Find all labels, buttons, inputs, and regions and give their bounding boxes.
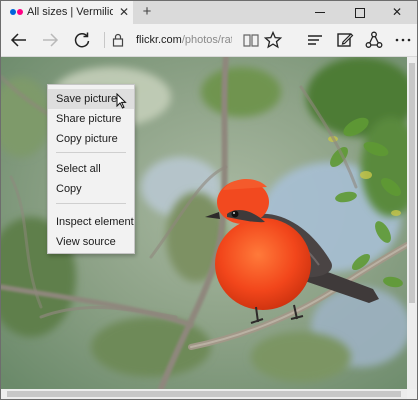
menu-item-share-picture[interactable]: Share picture [48, 109, 134, 129]
share-button[interactable] [364, 30, 384, 50]
back-button[interactable] [9, 30, 29, 50]
ellipsis-icon [395, 38, 411, 42]
lock-icon [112, 33, 124, 47]
context-menu: Save picture Share picture Copy picture … [47, 84, 135, 254]
scrollbar-thumb[interactable] [409, 63, 415, 303]
hub-button[interactable] [305, 30, 325, 50]
address-bar[interactable]: flickr.com/photos/rathbc [136, 32, 232, 48]
share-icon [365, 31, 383, 48]
title-bar: All sizes | Vermilion Flyca ✕ + ✕ [1, 1, 417, 24]
refresh-icon [74, 32, 90, 48]
menu-separator [56, 152, 126, 153]
arrow-left-icon [10, 33, 26, 47]
hub-lines-icon [308, 35, 322, 45]
menu-item-select-all[interactable]: Select all [48, 159, 134, 179]
favorite-button[interactable] [263, 30, 283, 50]
book-icon [243, 34, 259, 47]
address-domain: flickr.com [136, 34, 182, 46]
minimize-button[interactable] [300, 1, 340, 24]
close-icon[interactable]: ✕ [118, 5, 130, 19]
forward-button[interactable] [40, 30, 60, 50]
scrollbar-thumb[interactable] [7, 391, 401, 397]
mouse-cursor-icon [116, 93, 127, 109]
menu-item-copy-picture[interactable]: Copy picture [48, 129, 134, 149]
maximize-button[interactable] [340, 1, 380, 24]
minimize-icon [315, 12, 325, 14]
pen-square-icon [337, 33, 354, 47]
web-note-button[interactable] [335, 30, 355, 50]
navigation-bar: flickr.com/photos/rathbc [1, 24, 417, 57]
browser-window: All sizes | Vermilion Flyca ✕ + ✕ [0, 0, 418, 400]
vertical-scrollbar[interactable] [407, 57, 417, 389]
reading-view-button[interactable] [241, 30, 261, 50]
menu-item-copy[interactable]: Copy [48, 179, 134, 199]
address-path: /photos/rathbc [181, 34, 232, 46]
flickr-logo-icon [10, 9, 24, 16]
refresh-button[interactable] [72, 30, 92, 50]
window-close-button[interactable]: ✕ [377, 1, 417, 24]
tab-active[interactable]: All sizes | Vermilion Flyca ✕ [1, 1, 133, 24]
menu-item-inspect-element[interactable]: Inspect element [48, 212, 134, 232]
arrow-right-icon [43, 33, 59, 47]
address-divider [104, 32, 105, 48]
new-tab-button[interactable]: + [138, 3, 156, 21]
horizontal-scrollbar[interactable] [1, 389, 407, 399]
menu-item-view-source[interactable]: View source [48, 232, 134, 252]
maximize-icon [355, 7, 365, 18]
star-icon [263, 30, 283, 49]
more-button[interactable] [393, 30, 413, 50]
tab-title: All sizes | Vermilion Flyca [27, 6, 113, 18]
menu-separator [56, 203, 126, 204]
